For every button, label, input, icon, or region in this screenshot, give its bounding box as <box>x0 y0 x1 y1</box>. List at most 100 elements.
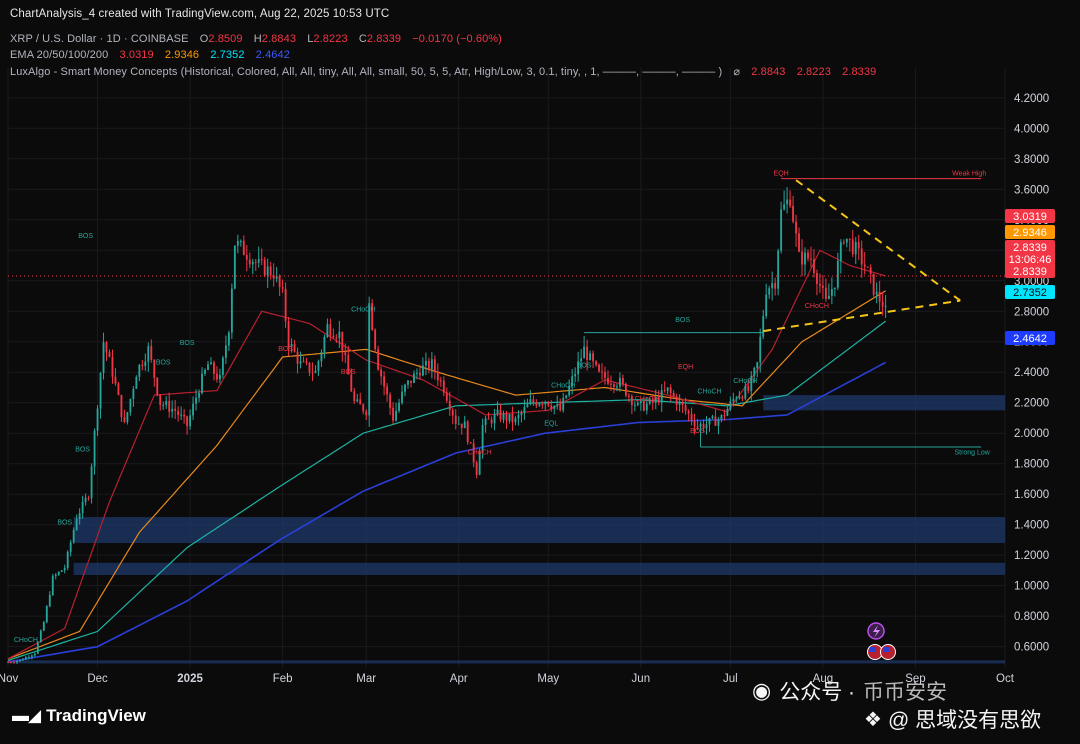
smc-label[interactable]: LuxAlgo - Smart Money Concepts (Historic… <box>10 66 722 78</box>
candle-body <box>514 418 517 423</box>
candle-body <box>129 399 132 413</box>
candle-body <box>180 414 183 416</box>
candle-body <box>213 362 215 374</box>
candle-body <box>541 403 544 405</box>
wechat-watermark: ◉ 公众号 · 币币安安 ❖ @ 思域没有思欲 <box>752 668 1062 738</box>
candle-body <box>636 402 639 405</box>
candle-body <box>404 384 406 392</box>
candle-body <box>508 413 511 421</box>
candle-body <box>219 374 221 380</box>
candle-body <box>84 497 87 502</box>
candle-body <box>726 408 729 416</box>
candle-body <box>878 291 881 302</box>
price-tag-text: 2.9346 <box>1013 227 1047 239</box>
candle-body <box>693 420 696 427</box>
candle-body <box>499 409 502 420</box>
candle-body <box>475 462 478 475</box>
candle-body <box>138 364 141 377</box>
candle-body <box>544 401 547 405</box>
candle-body <box>768 288 771 295</box>
candle-body <box>141 364 144 366</box>
candle-body <box>123 417 126 422</box>
watermark-row-2: ❖ @ 思域没有思欲 <box>864 704 1041 734</box>
candle-body <box>380 369 383 377</box>
candle-body <box>836 261 839 288</box>
smc-value-1: 2.8843 <box>751 66 786 78</box>
candle-body <box>669 387 672 393</box>
candle-body <box>93 430 96 467</box>
candle-body <box>666 387 669 391</box>
candle-body <box>616 386 618 388</box>
symbol-title[interactable]: XRP / U.S. Dollar · 1D · COINBASE <box>10 33 189 45</box>
candle-body <box>389 394 392 408</box>
candle-body <box>690 413 693 421</box>
candle-body <box>198 392 200 398</box>
candle-body <box>660 390 663 403</box>
candle-body <box>221 357 224 375</box>
y-tick-label: 1.6000 <box>1014 489 1049 501</box>
candle-body <box>601 371 603 373</box>
candle-body <box>39 630 42 643</box>
tradingview-wordmark: TradingView <box>46 706 146 725</box>
candle-body <box>7 661 9 663</box>
ema-legend[interactable]: EMA 20/50/100/200 3.0319 2.9346 2.7352 2… <box>10 49 290 61</box>
candle-body <box>99 372 102 409</box>
candle-body <box>857 242 860 249</box>
ema-label[interactable]: EMA 20/50/100/200 <box>10 49 108 61</box>
low-value: 2.8223 <box>313 33 348 45</box>
candle-body <box>54 574 57 576</box>
candle-body <box>786 199 789 205</box>
demand-zone <box>8 660 1005 664</box>
smc-legend[interactable]: LuxAlgo - Smart Money Concepts (Historic… <box>10 65 876 78</box>
x-tick-label: Apr <box>450 673 468 685</box>
smc-label: BOS <box>675 317 690 324</box>
demand-zone <box>73 562 1006 576</box>
candle-body <box>678 401 681 405</box>
candle-body <box>466 421 469 443</box>
candle-body <box>481 424 484 453</box>
y-tick-label: 2.8000 <box>1014 306 1049 318</box>
candle-body <box>320 351 323 362</box>
y-tick-label: 3.8000 <box>1014 154 1049 166</box>
candle-body <box>457 423 460 425</box>
candle-body <box>604 372 606 378</box>
candle-body <box>848 238 851 240</box>
candle-body <box>407 380 409 385</box>
candle-body <box>189 415 192 427</box>
candle-body <box>469 442 472 444</box>
watermark-text-3: @ 思域没有思欲 <box>887 709 1042 732</box>
candle-body <box>201 373 203 393</box>
candle-body <box>439 380 442 382</box>
smc-label: CHoCH <box>733 378 757 385</box>
chart-root[interactable]: EQH Weak High BOS CHoCH CHoCH BOS BOS BOS BOS CHo… <box>0 0 1080 744</box>
countdown-text: 13:06:46 <box>1009 254 1052 266</box>
candle-body <box>66 551 69 568</box>
candle-body <box>45 606 48 623</box>
candle-body <box>81 501 84 514</box>
candle-body <box>257 259 260 263</box>
candle-body <box>156 377 159 395</box>
smc-label: CHoCH <box>351 306 375 313</box>
candle-body <box>774 283 777 289</box>
candle-body <box>424 360 427 366</box>
smc-label: BOS <box>78 233 93 240</box>
candle-body <box>538 403 541 406</box>
candle-body <box>463 421 466 429</box>
tradingview-logo[interactable]: ▬◢ TradingView <box>12 706 146 726</box>
price-chart[interactable]: EQH Weak High BOS CHoCH CHoCH BOS BOS BOS BOS CHo… <box>0 0 1080 744</box>
symbol-legend[interactable]: XRP / U.S. Dollar · 1D · COINBASE O2.850… <box>10 33 502 45</box>
watermark-row-1: ◉ 公众号 · 币币安安 <box>752 676 947 706</box>
candle-body <box>245 254 248 260</box>
candle-body <box>738 396 741 399</box>
candle-body <box>195 397 197 404</box>
candle-body <box>583 346 586 359</box>
price-tag-text-2: 2.8339 <box>1013 266 1047 278</box>
candle-body <box>242 240 245 255</box>
smc-label: BOS <box>278 346 293 353</box>
candle-body <box>386 386 389 395</box>
y-tick-label: 1.2000 <box>1014 550 1049 562</box>
candle-body <box>550 405 553 409</box>
x-tick-label: Dec <box>87 673 108 685</box>
smc-label: BOS <box>577 363 592 370</box>
flag-canton-2 <box>883 647 889 652</box>
